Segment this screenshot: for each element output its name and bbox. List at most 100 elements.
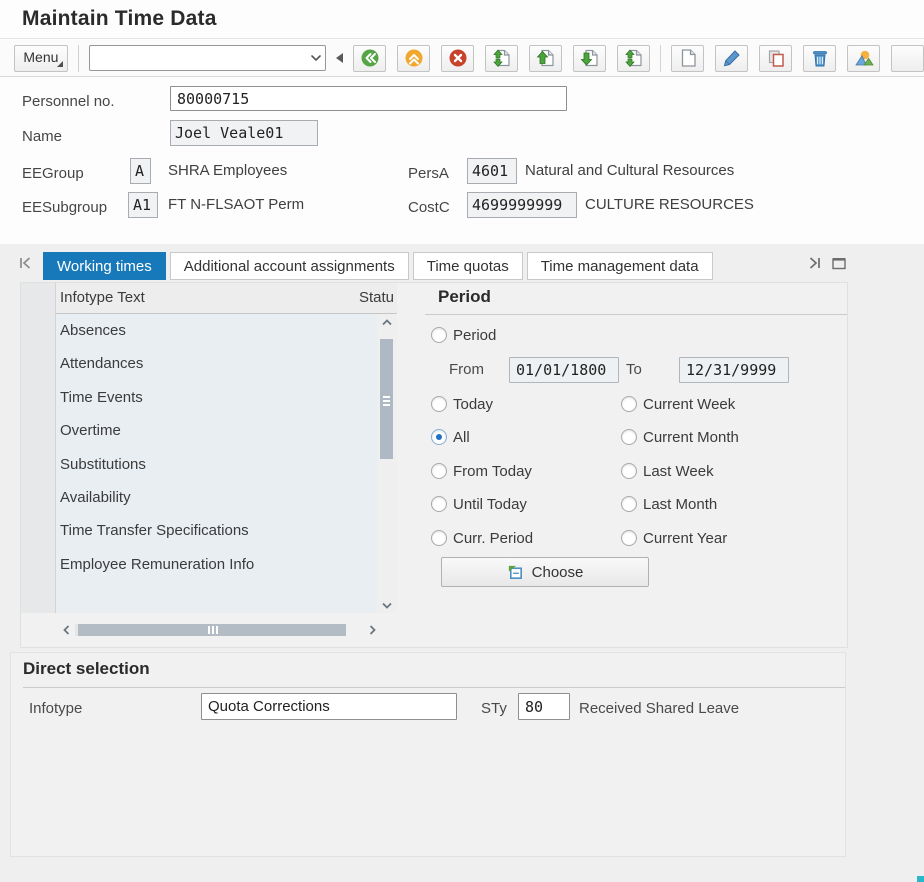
delete-icon [810,48,830,68]
pers-a-text: Natural and Cultural Resources [525,158,734,184]
personnel-no-input[interactable] [170,86,567,111]
direct-selection-divider [23,687,845,688]
edit-icon [722,48,742,68]
scroll-right-icon[interactable] [363,621,381,639]
list-item-substitutions[interactable]: Substitutions [56,448,377,481]
partial-button[interactable] [891,45,924,72]
radio-today[interactable]: Today [431,394,493,414]
from-to-row: From To [425,357,849,383]
radio-until-today[interactable]: Until Today [431,494,527,514]
from-date-input[interactable] [509,357,619,383]
last-page-icon [624,48,644,68]
page-title: Maintain Time Data [22,7,217,31]
sty-text: Received Shared Leave [579,695,739,722]
cost-c-field: 4699999999 [467,192,577,218]
first-page-button[interactable] [485,45,518,72]
previous-page-button[interactable] [529,45,562,72]
list-item-attendances[interactable]: Attendances [56,347,377,380]
ee-subgroup-label: EESubgroup [22,198,107,218]
sty-input[interactable] [518,693,570,720]
ee-group-label: EEGroup [22,164,84,184]
ee-subgroup-field: A1 [128,192,158,218]
copy-icon [766,48,786,68]
edit-button[interactable] [715,45,748,72]
radio-current-month[interactable]: Current Month [621,427,739,447]
detach-panel-icon[interactable] [830,254,848,272]
radio-circle[interactable] [431,327,447,343]
scroll-tabs-right-icon[interactable] [806,254,824,272]
cancel-button[interactable] [441,45,474,72]
infotype-list: Infotype Text Statu Absences Attendances… [21,283,399,649]
name-label: Name [22,127,62,147]
toolbar-separator [660,45,661,72]
radio-period[interactable]: Period [431,325,496,345]
horizontal-scrollbar-thumb[interactable] [78,624,346,636]
scroll-down-icon[interactable] [377,597,397,613]
list-item-absences[interactable]: Absences [56,314,377,347]
list-selection-gutter[interactable] [21,283,56,613]
thumb-grip [383,396,390,398]
tab-additional-account-assignments[interactable]: Additional account assignments [170,252,409,280]
choose-button[interactable]: Choose [441,557,649,587]
create-button[interactable] [671,45,704,72]
choose-icon [507,564,524,581]
list-item-availability[interactable]: Availability [56,481,377,514]
first-page-icon [492,48,512,68]
create-icon [678,48,698,68]
exit-button[interactable] [397,45,430,72]
thumb-grip [208,626,210,634]
cost-c-label: CostC [408,198,450,218]
menu-button[interactable]: Menu [14,45,68,72]
vertical-scrollbar[interactable] [377,314,397,613]
horizontal-scrollbar[interactable] [21,619,399,641]
list-item-overtime[interactable]: Overtime [56,414,377,447]
scroll-up-icon[interactable] [377,314,397,330]
pers-a-field: 4601 [467,158,517,184]
tab-working-times[interactable]: Working times [43,252,166,280]
collapse-left-icon[interactable] [336,53,343,63]
personnel-no-label: Personnel no. [22,92,115,112]
infotype-input[interactable] [201,693,457,720]
to-date-input[interactable] [679,357,789,383]
radio-all[interactable]: All [431,427,470,447]
direct-selection-heading: Direct selection [23,659,150,679]
command-input[interactable] [90,47,307,69]
vertical-scrollbar-thumb[interactable] [380,339,393,459]
scroll-tabs-left-icon[interactable] [16,254,34,272]
back-button[interactable] [353,45,386,72]
sty-label: STy [481,695,507,722]
radio-curr-period[interactable]: Curr. Period [431,528,533,548]
to-label: To [626,357,642,383]
last-page-button[interactable] [617,45,650,72]
scroll-left-icon[interactable] [57,621,75,639]
ee-group-field: A [130,158,151,184]
period-section: Period Period From To Today Current Week… [425,283,849,649]
radio-current-week[interactable]: Current Week [621,394,735,414]
radio-current-year[interactable]: Current Year [621,528,727,548]
radio-last-month[interactable]: Last Month [621,494,717,514]
column-infotype-text: Infotype Text [60,283,145,313]
copy-button[interactable] [759,45,792,72]
list-rows: Absences Attendances Time Events Overtim… [56,314,377,613]
command-field[interactable] [89,45,326,71]
list-item-employee-remuneration-info[interactable]: Employee Remuneration Info [56,548,377,581]
next-page-button[interactable] [573,45,606,72]
cost-c-text: CULTURE RESOURCES [585,192,754,218]
radio-from-today[interactable]: From Today [431,461,532,481]
resize-corner-accent [917,876,924,882]
tab-time-quotas[interactable]: Time quotas [413,252,523,280]
edit-icon-group [671,45,924,72]
previous-page-icon [536,48,556,68]
pers-a-label: PersA [408,164,449,184]
working-times-panel: Infotype Text Statu Absences Attendances… [20,282,848,648]
tab-time-management-data[interactable]: Time management data [527,252,713,280]
list-item-time-transfer-specifications[interactable]: Time Transfer Specifications [56,514,377,547]
overview-button[interactable] [847,45,880,72]
list-item-time-events[interactable]: Time Events [56,381,377,414]
chevron-down-icon[interactable] [307,54,325,62]
title-bar: Maintain Time Data [0,0,924,39]
radio-last-week[interactable]: Last Week [621,461,714,481]
choose-button-label: Choose [532,564,584,581]
delete-button[interactable] [803,45,836,72]
toolbar-separator [78,45,79,72]
